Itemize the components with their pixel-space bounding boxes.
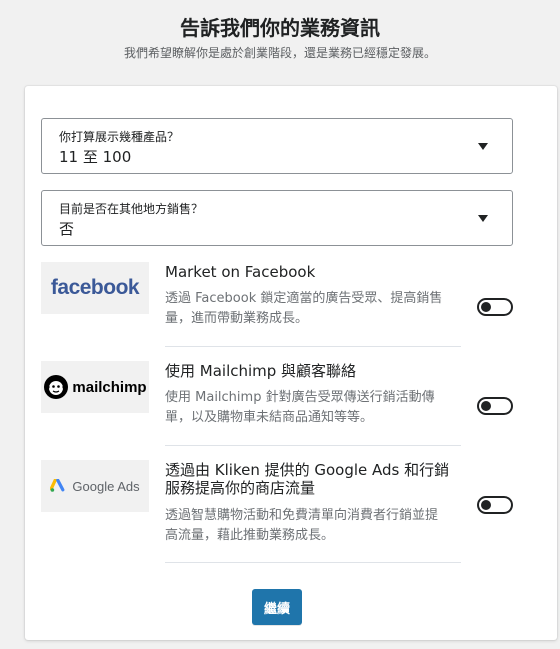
integration-title: 使用 Mailchimp 與顧客聯絡 (165, 362, 357, 380)
integration-title: 透過由 Kliken 提供的 Google Ads 和行銷 服務提高你的商店流量 (165, 461, 465, 497)
integration-description-line: 量，進而帶動業務成長。 (165, 311, 309, 326)
page-subtitle: 我們希望瞭解你是處於創業階段，還是業務已經穩定發展。 (123, 46, 436, 60)
mailchimp-logo-text: mailchimp (72, 378, 147, 396)
toggle-knob (481, 302, 491, 312)
integration-description: 透過 Facebook 鎖定適當的廣告受眾、提高銷售 量，進而帶動業務成長。 (165, 289, 465, 329)
integration-title: Market on Facebook (165, 263, 316, 281)
integration-description: 透過智慧購物活動和免費清單向消費者行銷並提 高流量，藉此推動業務成長。 (165, 506, 465, 546)
integration-description-line: 透過智慧購物活動和免費清單向消費者行銷並提 (165, 508, 439, 523)
mailchimp-toggle[interactable] (477, 397, 513, 415)
other-sales-label: 目前是否在其他地方銷售？ (59, 202, 204, 216)
products-count-value: 11 至 100 (59, 148, 132, 166)
other-sales-select[interactable]: 目前是否在其他地方銷售？ 否 (41, 190, 513, 246)
facebook-logo: facebook (41, 262, 149, 314)
integration-facebook: facebook Market on Facebook 透過 Facebook … (41, 262, 513, 352)
divider (165, 445, 461, 446)
integration-description-line: 高流量，藉此推動業務成長。 (165, 528, 335, 543)
dropdown-arrow-icon (478, 215, 488, 222)
other-sales-value: 否 (59, 220, 75, 238)
integration-google-ads: Google Ads 透過由 Kliken 提供的 Google Ads 和行銷… (41, 460, 513, 565)
integration-description-line: 透過 Facebook 鎖定適當的廣告受眾、提高銷售 (165, 291, 443, 306)
google-ads-logo-text: Google Ads (72, 478, 140, 494)
integration-description-line: 單，以及購物車未結商品通知等等。 (165, 410, 374, 425)
integration-title-line: 服務提高你的商店流量 (165, 479, 316, 497)
integration-description: 使用 Mailchimp 針對廣告受眾傳送行銷活動傳 單，以及購物車未結商品通知… (165, 388, 465, 428)
products-count-select[interactable]: 你打算展示幾種產品？ 11 至 100 (41, 118, 513, 174)
dropdown-arrow-icon (478, 143, 488, 150)
mailchimp-logo: mailchimp (41, 361, 149, 413)
toggle-knob (481, 500, 491, 510)
integration-mailchimp: mailchimp 使用 Mailchimp 與顧客聯絡 使用 Mailchim… (41, 361, 513, 451)
business-info-card: 你打算展示幾種產品？ 11 至 100 目前是否在其他地方銷售？ 否 faceb… (25, 86, 557, 640)
continue-button[interactable]: 繼續 (252, 589, 302, 625)
google-ads-toggle[interactable] (477, 496, 513, 514)
google-ads-logo: Google Ads (41, 460, 149, 512)
google-ads-icon (50, 479, 65, 492)
divider (165, 562, 461, 563)
mailchimp-monkey-icon (44, 375, 69, 399)
facebook-toggle[interactable] (477, 298, 513, 316)
integration-description-line: 使用 Mailchimp 針對廣告受眾傳送行銷活動傳 (165, 390, 435, 405)
integration-title-line: 透過由 Kliken 提供的 Google Ads 和行銷 (165, 461, 450, 479)
toggle-knob (481, 401, 491, 411)
facebook-logo-text: facebook (50, 276, 140, 299)
products-count-label: 你打算展示幾種產品？ (59, 130, 180, 144)
page-title: 告訴我們你的業務資訊 (180, 16, 380, 40)
divider (165, 346, 461, 347)
